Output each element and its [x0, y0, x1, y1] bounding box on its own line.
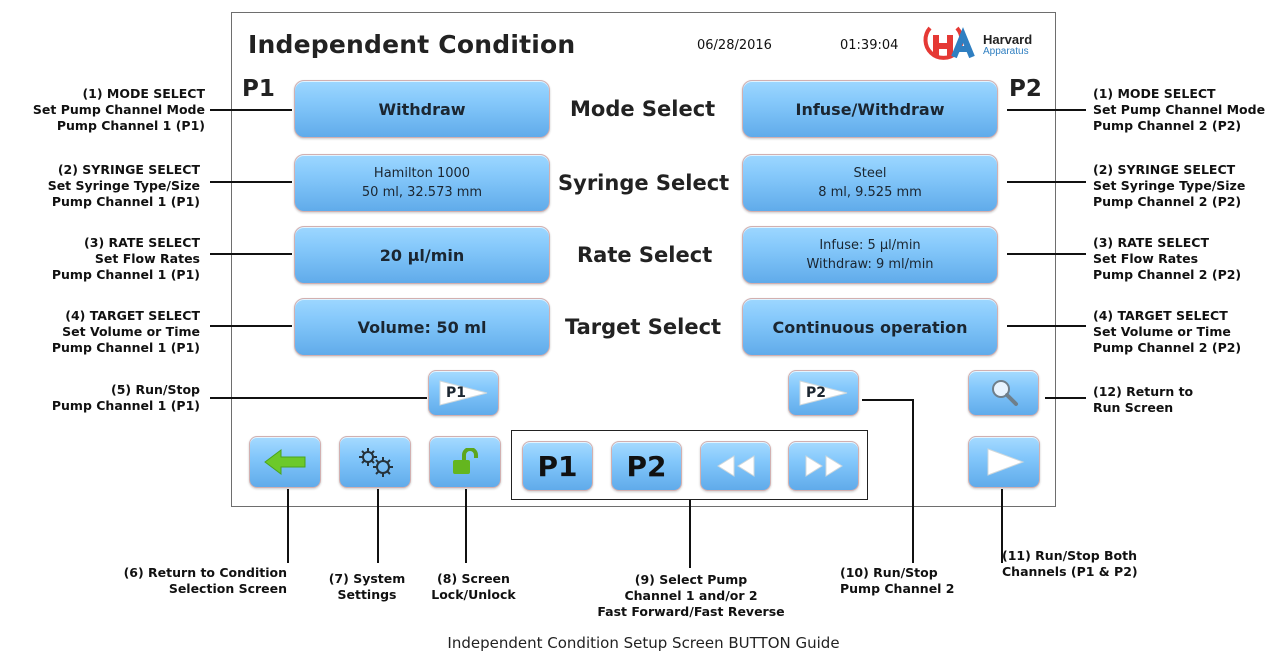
- ann-mode-p2-line1: (1) MODE SELECT: [1093, 86, 1216, 101]
- annotation-system-settings: (7) System Settings: [322, 571, 412, 603]
- ann-syringe-p2-line2: Set Syringe Type/Size: [1093, 178, 1246, 193]
- ann-system-settings-line2: Settings: [337, 587, 397, 602]
- annotation-return-run: (12) Return to Run Screen: [1093, 384, 1193, 416]
- ann-run-p1-line2: Pump Channel 1 (P1): [51, 398, 200, 413]
- annotation-rate-p1: (3) RATE SELECT Set Flow Rates Pump Chan…: [10, 235, 200, 283]
- ann-select-pump-line2: Channel 1 and/or 2: [624, 588, 758, 603]
- annotation-target-p1: (4) TARGET SELECT Set Volume or Time Pum…: [10, 308, 200, 356]
- ann-run-p2-line2: Pump Channel 2: [840, 581, 955, 596]
- ann-screen-lock-line1: (8) Screen: [437, 571, 510, 586]
- ann-mode-p2-line2: Set Pump Channel Mode: [1093, 102, 1266, 117]
- ann-target-p1-line3: Pump Channel 1 (P1): [51, 340, 200, 355]
- annotation-run-p1: (5) Run/Stop Pump Channel 1 (P1): [10, 382, 200, 414]
- ann-system-settings-line1: (7) System: [328, 571, 406, 586]
- ann-syringe-p2-line1: (2) SYRINGE SELECT: [1093, 162, 1236, 177]
- ann-rate-p1-line3: Pump Channel 1 (P1): [51, 267, 200, 282]
- annotation-target-p2: (4) TARGET SELECT Set Volume or Time Pum…: [1093, 308, 1241, 356]
- ann-rate-p1-line1: (3) RATE SELECT: [84, 235, 200, 250]
- ann-rate-p2-line2: Set Flow Rates: [1093, 251, 1199, 266]
- ann-syringe-p1-line3: Pump Channel 1 (P1): [51, 194, 200, 209]
- annotation-rate-p2: (3) RATE SELECT Set Flow Rates Pump Chan…: [1093, 235, 1241, 283]
- ann-syringe-p2-line3: Pump Channel 2 (P2): [1093, 194, 1242, 209]
- ann-syringe-p1-line2: Set Syringe Type/Size: [47, 178, 200, 193]
- ann-return-run-line1: (12) Return to: [1093, 384, 1194, 399]
- ann-return-condition-line1: (6) Return to Condition: [123, 565, 287, 580]
- ann-target-p1-line1: (4) TARGET SELECT: [65, 308, 200, 323]
- ann-return-condition-line2: Selection Screen: [168, 581, 287, 596]
- ann-screen-lock-line2: Lock/Unlock: [431, 587, 516, 602]
- ann-target-p1-line2: Set Volume or Time: [62, 324, 200, 339]
- ann-target-p2-line3: Pump Channel 2 (P2): [1093, 340, 1242, 355]
- ann-target-p2-line2: Set Volume or Time: [1093, 324, 1231, 339]
- ann-mode-p1-line3: Pump Channel 1 (P1): [56, 118, 205, 133]
- annotation-syringe-p1: (2) SYRINGE SELECT Set Syringe Type/Size…: [10, 162, 200, 210]
- ann-run-p2-line1: (10) Run/Stop: [840, 565, 938, 580]
- annotation-select-pump: (9) Select Pump Channel 1 and/or 2 Fast …: [585, 572, 797, 620]
- ann-run-p1-line1: (5) Run/Stop: [111, 382, 200, 397]
- annotation-return-condition: (6) Return to Condition Selection Screen: [105, 565, 287, 597]
- ann-rate-p2-line1: (3) RATE SELECT: [1093, 235, 1209, 250]
- figure-caption: Independent Condition Setup Screen BUTTO…: [447, 634, 840, 652]
- ann-mode-p1-line1: (1) MODE SELECT: [82, 86, 205, 101]
- ann-rate-p1-line2: Set Flow Rates: [94, 251, 200, 266]
- annotation-screen-lock: (8) Screen Lock/Unlock: [421, 571, 526, 603]
- ann-return-run-line2: Run Screen: [1093, 400, 1174, 415]
- ann-run-both-line2: Channels (P1 & P2): [1002, 564, 1138, 579]
- ann-mode-p1-line2: Set Pump Channel Mode: [32, 102, 205, 117]
- annotation-mode-p1: (1) MODE SELECT Set Pump Channel Mode Pu…: [10, 86, 205, 134]
- ann-select-pump-line3: Fast Forward/Fast Reverse: [597, 604, 785, 619]
- ann-target-p2-line1: (4) TARGET SELECT: [1093, 308, 1228, 323]
- annotation-syringe-p2: (2) SYRINGE SELECT Set Syringe Type/Size…: [1093, 162, 1245, 210]
- annotation-mode-p2: (1) MODE SELECT Set Pump Channel Mode Pu…: [1093, 86, 1265, 134]
- ann-mode-p2-line3: Pump Channel 2 (P2): [1093, 118, 1242, 133]
- annotation-run-both: (11) Run/Stop Both Channels (P1 & P2): [1002, 548, 1138, 580]
- ann-rate-p2-line3: Pump Channel 2 (P2): [1093, 267, 1242, 282]
- ann-run-both-line1: (11) Run/Stop Both: [1002, 548, 1138, 563]
- ann-select-pump-line1: (9) Select Pump: [634, 572, 748, 587]
- annotation-run-p2: (10) Run/Stop Pump Channel 2: [840, 565, 955, 597]
- ann-syringe-p1-line1: (2) SYRINGE SELECT: [57, 162, 200, 177]
